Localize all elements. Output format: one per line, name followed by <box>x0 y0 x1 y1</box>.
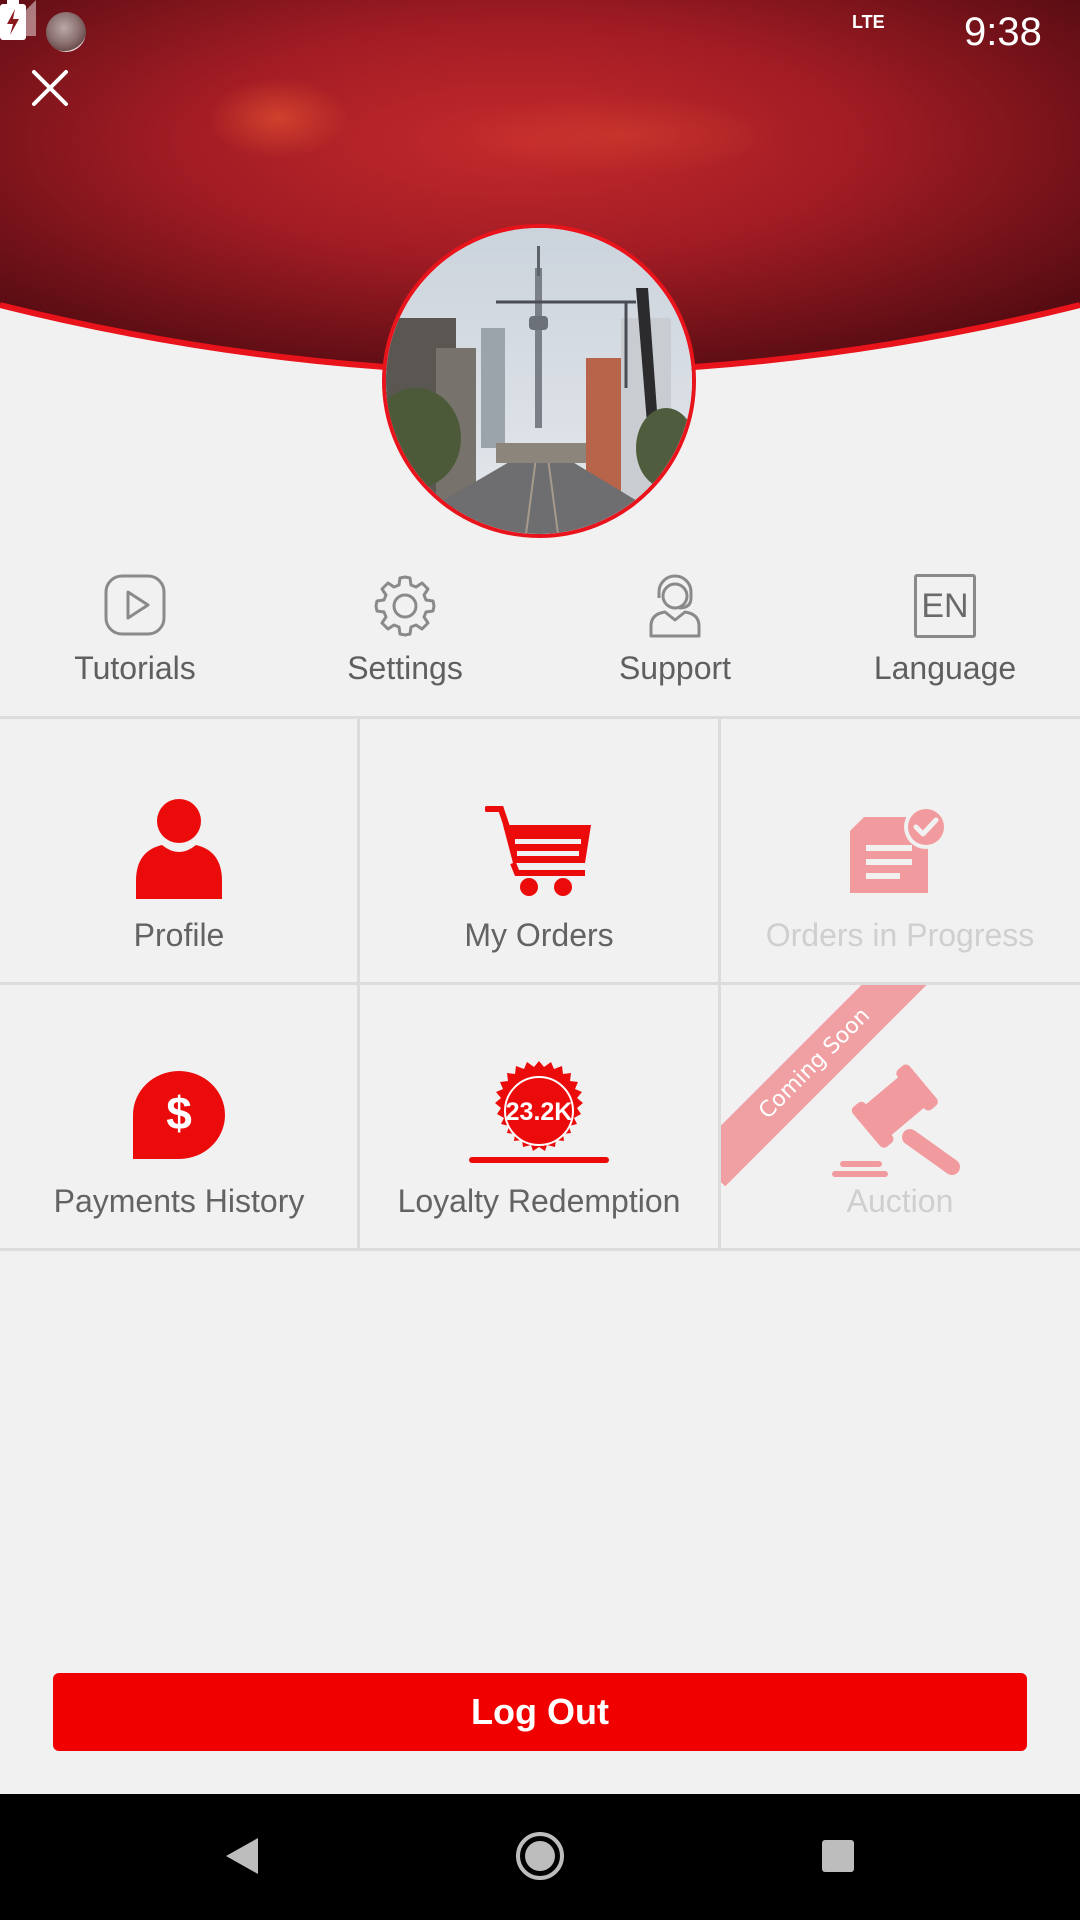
profile-label: Profile <box>133 917 225 953</box>
my-orders-tile[interactable]: My Orders <box>360 719 718 983</box>
clock: 9:38 <box>964 10 1042 54</box>
close-icon <box>32 70 68 106</box>
auction-tile[interactable]: Coming Soon Auction <box>721 985 1079 1249</box>
gavel-icon <box>832 1064 960 1177</box>
notification-icon <box>46 12 86 52</box>
language-code: EN <box>921 587 969 625</box>
tutorials-label: Tutorials <box>74 650 196 686</box>
dollar-bubble-icon: $ <box>133 1071 225 1159</box>
settings-label: Settings <box>347 650 463 686</box>
avatar[interactable] <box>382 224 696 538</box>
support-label: Support <box>618 650 732 686</box>
profile-tile[interactable]: Profile <box>0 719 358 983</box>
payments-history-label: Payments History <box>53 1183 305 1219</box>
svg-text:$: $ <box>166 1087 192 1139</box>
loyalty-points: 23.2K <box>506 1098 573 1126</box>
language-label: Language <box>873 650 1017 686</box>
orders-in-progress-tile[interactable]: Orders in Progress <box>721 719 1079 983</box>
support-button[interactable]: Support <box>540 566 810 716</box>
logout-button[interactable]: Log Out <box>53 1673 1027 1751</box>
network-type: LTE <box>852 12 885 32</box>
status-bar: LTE 9:38 <box>0 0 1080 64</box>
language-en-icon: EN <box>914 574 976 638</box>
quick-actions: Tutorials Settings Support EN Language <box>0 566 1080 716</box>
home-circle-icon <box>516 1832 564 1880</box>
avatar-photo <box>386 228 692 534</box>
auction-label: Auction <box>846 1183 954 1219</box>
system-nav-bar <box>0 1794 1080 1920</box>
play-circle-icon <box>104 574 166 636</box>
payments-history-tile[interactable]: $ Payments History <box>0 985 358 1249</box>
loyalty-redemption-tile[interactable]: 23.2K Loyalty Redemption <box>360 985 718 1249</box>
headset-person-icon <box>649 574 701 638</box>
menu-grid: Profile My Orders Orders in Progress $ P… <box>0 719 1080 1250</box>
gear-icon <box>374 575 436 637</box>
person-icon <box>136 799 222 899</box>
loyalty-redemption-label: Loyalty Redemption <box>397 1183 681 1219</box>
recents-square-icon <box>822 1840 854 1872</box>
recents-button[interactable] <box>806 1824 870 1888</box>
orders-in-progress-label: Orders in Progress <box>765 917 1035 953</box>
tutorials-button[interactable]: Tutorials <box>0 566 270 716</box>
close-button[interactable] <box>30 68 86 124</box>
loyalty-badge-icon: 23.2K <box>469 1061 609 1163</box>
back-triangle-icon <box>226 1838 258 1874</box>
home-button[interactable] <box>508 1824 572 1888</box>
back-button[interactable] <box>210 1824 274 1888</box>
order-check-icon <box>850 805 948 893</box>
my-orders-label: My Orders <box>464 917 614 953</box>
language-button[interactable]: EN Language <box>810 566 1080 716</box>
battery-charging-icon <box>0 0 26 40</box>
settings-button[interactable]: Settings <box>270 566 540 716</box>
cart-icon <box>485 806 591 896</box>
